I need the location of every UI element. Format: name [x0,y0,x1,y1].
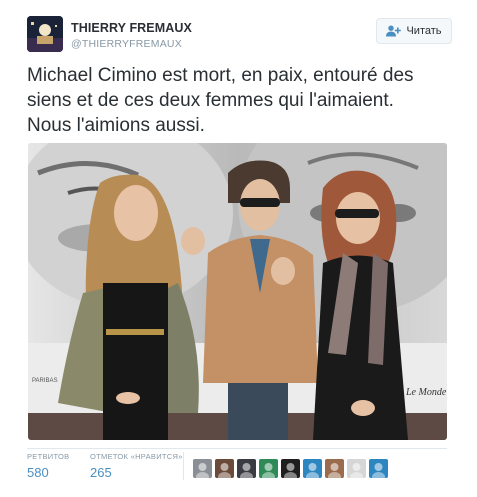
tweet-text-line: Michael Cimino est mort, en paix, entour… [27,65,414,86]
user-handle[interactable]: @THIERRYFREMAUX [71,38,182,50]
retweet-stat[interactable]: РЕТВИТОВ 580 [27,452,69,480]
liker-avatar-6[interactable] [303,459,322,478]
retweet-count: 580 [27,465,49,480]
tweet-header: THIERRY FREMAUX @THIERRYFREMAUX Читать [27,16,452,56]
liker-avatars [193,459,388,478]
stats-separator [183,452,184,480]
follow-button-label: Читать [406,25,442,37]
tweet-stats: РЕТВИТОВ 580 ОТМЕТОК «НРАВИТСЯ» 265 [27,452,452,492]
tweet-text: Michael Cimino est mort, en paix, entour… [27,63,452,138]
retweet-label: РЕТВИТОВ [27,452,70,461]
photo-banner-left: PARIBAS [32,378,58,384]
liker-avatar-1[interactable] [193,459,212,478]
liker-avatar-3[interactable] [237,459,256,478]
tweet-text-line: Nous l'aimions aussi. [27,115,205,136]
follow-button[interactable]: Читать [376,18,452,44]
user-avatar[interactable] [27,16,63,52]
liker-avatar-2[interactable] [215,459,234,478]
user-display-name[interactable]: THIERRY FREMAUX [71,21,192,35]
liker-avatar-8[interactable] [347,459,366,478]
tweet-text-line: siens et de ces deux femmes qui l'aimaie… [27,90,394,111]
liker-avatar-4[interactable] [259,459,278,478]
photo-banner-right: Le Monde [405,387,447,398]
liker-avatar-9[interactable] [369,459,388,478]
add-user-icon [386,25,402,37]
tweet-card: THIERRY FREMAUX @THIERRYFREMAUX Читать M… [0,0,477,497]
like-count: 265 [90,465,112,480]
like-stat[interactable]: ОТМЕТОК «НРАВИТСЯ» 265 [90,452,183,480]
like-label: ОТМЕТОК «НРАВИТСЯ» [90,452,183,461]
tweet-photo[interactable]: PARIBAS Le Monde [28,143,447,440]
liker-avatar-7[interactable] [325,459,344,478]
liker-avatar-5[interactable] [281,459,300,478]
stats-divider [27,448,447,449]
